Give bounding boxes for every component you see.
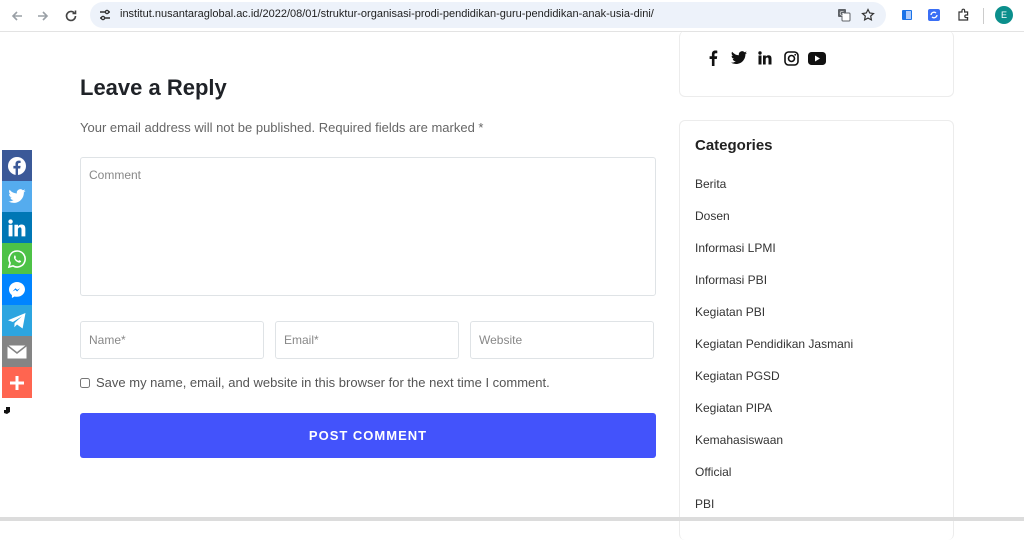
messenger-icon	[9, 281, 25, 298]
toolbar-separator	[983, 8, 984, 24]
instagram-icon[interactable]	[782, 49, 800, 67]
facebook-icon	[8, 156, 26, 175]
cookie-consent-row[interactable]: Save my name, email, and website in this…	[80, 375, 550, 390]
share-facebook-button[interactable]	[2, 150, 32, 181]
website-field[interactable]	[470, 321, 654, 359]
post-comment-button[interactable]: POST COMMENT	[80, 413, 656, 458]
telegram-icon	[8, 312, 26, 328]
svg-text:G: G	[840, 11, 845, 18]
social-widget	[679, 31, 954, 97]
share-email-button[interactable]	[2, 336, 32, 367]
back-button[interactable]	[8, 7, 26, 25]
share-messenger-button[interactable]	[2, 274, 32, 305]
category-link[interactable]: Informasi PBI	[695, 273, 853, 305]
social-icons	[704, 49, 826, 67]
reply-title: Leave a Reply	[80, 75, 227, 100]
twitter-icon[interactable]	[730, 49, 748, 67]
twitter-icon	[8, 189, 26, 203]
whatsapp-icon	[7, 249, 26, 268]
share-linkedin-button[interactable]	[2, 212, 32, 243]
hand-pointer-icon	[4, 407, 10, 414]
category-link[interactable]: Kemahasiswaan	[695, 433, 853, 465]
category-link[interactable]: PBI	[695, 497, 853, 529]
share-twitter-button[interactable]	[2, 181, 32, 212]
youtube-icon[interactable]	[808, 49, 826, 67]
share-whatsapp-button[interactable]	[2, 243, 32, 274]
window-bottom-edge	[0, 517, 1024, 521]
category-link[interactable]: Kegiatan PGSD	[695, 369, 853, 401]
extension-icon-blue[interactable]	[899, 7, 915, 23]
arrow-right-icon	[38, 11, 49, 21]
categories-title: Categories	[695, 137, 773, 154]
categories-list: Berita Dosen Informasi LPMI Informasi PB…	[695, 177, 853, 529]
email-icon	[7, 344, 27, 358]
comment-notes: Your email address will not be published…	[80, 120, 484, 135]
category-link[interactable]: Kegiatan PBI	[695, 305, 853, 337]
name-field[interactable]	[80, 321, 264, 359]
linkedin-icon[interactable]	[756, 49, 774, 67]
category-link[interactable]: Kegiatan PIPA	[695, 401, 853, 433]
extensions-puzzle-icon[interactable]	[955, 7, 971, 23]
category-link[interactable]: Berita	[695, 177, 853, 209]
forward-button[interactable]	[34, 7, 52, 25]
translate-icon[interactable]: G	[836, 7, 852, 23]
share-telegram-button[interactable]	[2, 305, 32, 336]
plus-icon	[10, 375, 24, 390]
share-more-button[interactable]	[2, 367, 32, 398]
browser-toolbar: institut.nusantaraglobal.ac.id/2022/08/0…	[0, 0, 1024, 32]
reload-button[interactable]	[62, 7, 80, 25]
arrow-left-icon	[11, 11, 22, 21]
bookmark-star-icon[interactable]	[860, 7, 876, 23]
linkedin-icon	[8, 218, 26, 236]
comment-textarea[interactable]	[80, 157, 656, 296]
cookie-consent-label: Save my name, email, and website in this…	[96, 375, 550, 390]
share-bar	[2, 150, 32, 398]
category-link[interactable]: Dosen	[695, 209, 853, 241]
web-page: Leave a Reply Your email address will no…	[0, 31, 1024, 540]
site-settings-icon[interactable]	[98, 8, 112, 27]
address-bar[interactable]: institut.nusantaraglobal.ac.id/2022/08/0…	[90, 2, 886, 28]
profile-avatar[interactable]: E	[995, 6, 1013, 24]
email-field[interactable]	[275, 321, 459, 359]
category-link[interactable]: Informasi LPMI	[695, 241, 853, 273]
extension-icon-sync[interactable]	[926, 7, 942, 23]
cookie-consent-checkbox[interactable]	[80, 377, 90, 388]
facebook-icon[interactable]	[704, 49, 722, 67]
categories-widget: Categories Berita Dosen Informasi LPMI I…	[679, 120, 954, 540]
category-link[interactable]: Official	[695, 465, 853, 497]
url-text[interactable]: institut.nusantaraglobal.ac.id/2022/08/0…	[120, 8, 654, 20]
share-bar-toggle[interactable]	[3, 406, 11, 418]
category-link[interactable]: Kegiatan Pendidikan Jasmani	[695, 337, 853, 369]
reload-icon	[65, 10, 77, 22]
